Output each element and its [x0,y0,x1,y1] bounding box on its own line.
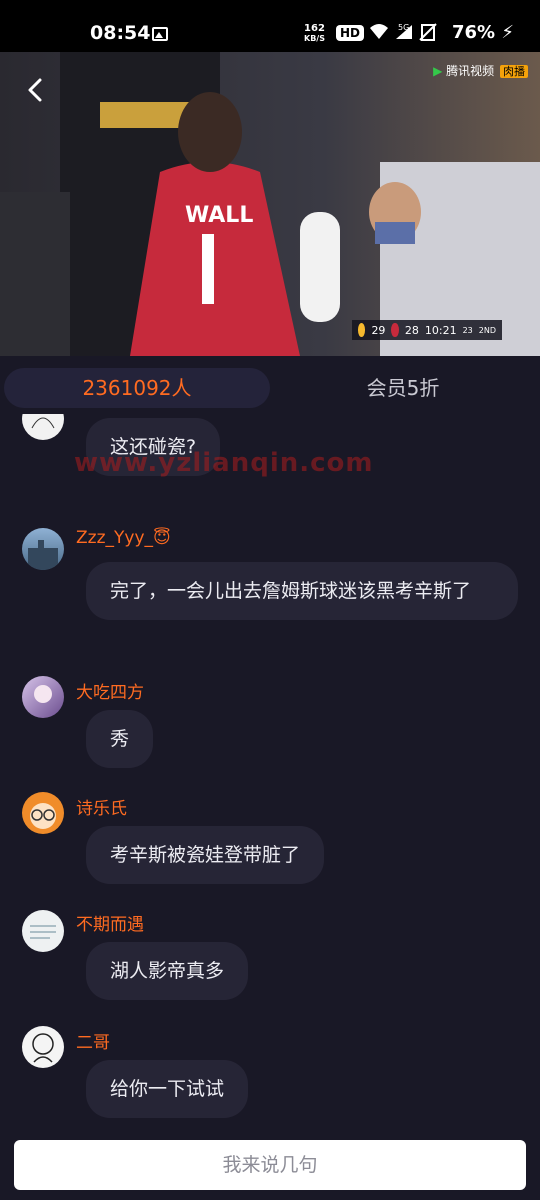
status-bar: 08:54 162 KB/S HD 5G 76% ⚡ [0,0,540,52]
score-away: 28 [404,323,419,337]
network-speed-unit: KB/S [304,34,325,43]
text-card-avatar-icon [30,925,56,939]
period: 2ND [478,325,496,335]
city-avatar-icon [28,540,58,570]
username[interactable]: 二哥 [76,1028,110,1053]
back-button[interactable] [20,74,52,106]
status-time: 08:54 [90,22,151,44]
scoreboard: 29 28 10:21 23 2ND [352,320,502,340]
anime-avatar-icon [34,685,52,703]
rockets-logo-icon [391,323,399,337]
provider-logo: ▶ 腾讯视频 肉播 [433,62,528,79]
jersey-name: WALL [185,203,253,228]
charging-icon: ⚡ [501,22,515,43]
site-watermark: www.yzlianqin.com [74,448,374,478]
user-avatar[interactable] [22,910,64,952]
username[interactable]: 大吃四方 [76,678,144,703]
message-bubble: 湖人影帝真多 [86,942,249,1000]
cartoon-glasses-avatar-icon [30,803,56,829]
message-bubble: 考辛斯被瓷娃登带脏了 [86,826,325,884]
tab-bar: 2361092人 会员5折 [0,364,540,414]
image-notification-icon [152,27,168,41]
signal-icons: 5G [368,22,444,47]
user-avatar[interactable] [22,528,64,570]
message-bubble: 完了，一会儿出去詹姆斯球迷该黑考辛斯了 [86,562,518,620]
shot-clock: 23 [462,325,473,335]
doodle-avatar-icon [32,1033,54,1063]
play-logo-icon: ▶ [433,64,443,78]
game-clock: 10:21 [424,323,457,337]
user-avatar[interactable] [22,414,64,440]
svg-text:5G: 5G [398,23,409,32]
username[interactable]: Zzz_Yyy_😇 [76,528,171,548]
tab-viewers[interactable]: 2361092人 [4,368,270,408]
message-bubble: 给你一下试试 [86,1060,249,1118]
comment-input[interactable]: 我来说几句 [14,1140,526,1190]
message-bubble: 秀 [86,710,154,768]
wifi-signal-icon: 5G [370,23,437,41]
chevron-left-icon [28,78,42,102]
user-avatar[interactable] [22,792,64,834]
provider-name: 腾讯视频 [446,64,495,78]
sketch-avatar-icon [31,417,55,429]
chat-list[interactable]: 静心 这还碰瓷? Zzz_Yyy_😇 完了，一会儿出去詹姆斯球迷该黑考辛斯了 大… [0,414,540,1124]
score-home: 29 [371,323,386,337]
username[interactable]: 不期而遇 [76,910,144,935]
network-speed: 162 KB/S [304,24,325,44]
user-avatar[interactable] [22,1026,64,1068]
hd-badge: HD [336,25,365,41]
battery-percent: 76% [452,22,496,43]
provider-badge: 肉播 [500,65,528,78]
video-player[interactable]: WALL ▶ 腾讯视频 肉播 29 28 10:21 23 2ND [0,52,540,356]
video-frame: WALL [0,52,540,356]
user-avatar[interactable] [22,676,64,718]
username[interactable]: 诗乐氏 [76,794,127,819]
lakers-logo-icon [358,323,366,337]
network-speed-value: 162 [304,23,325,34]
battery-indicator: 76% ⚡ [452,22,514,43]
tab-vip-discount[interactable]: 会员5折 [290,368,516,408]
